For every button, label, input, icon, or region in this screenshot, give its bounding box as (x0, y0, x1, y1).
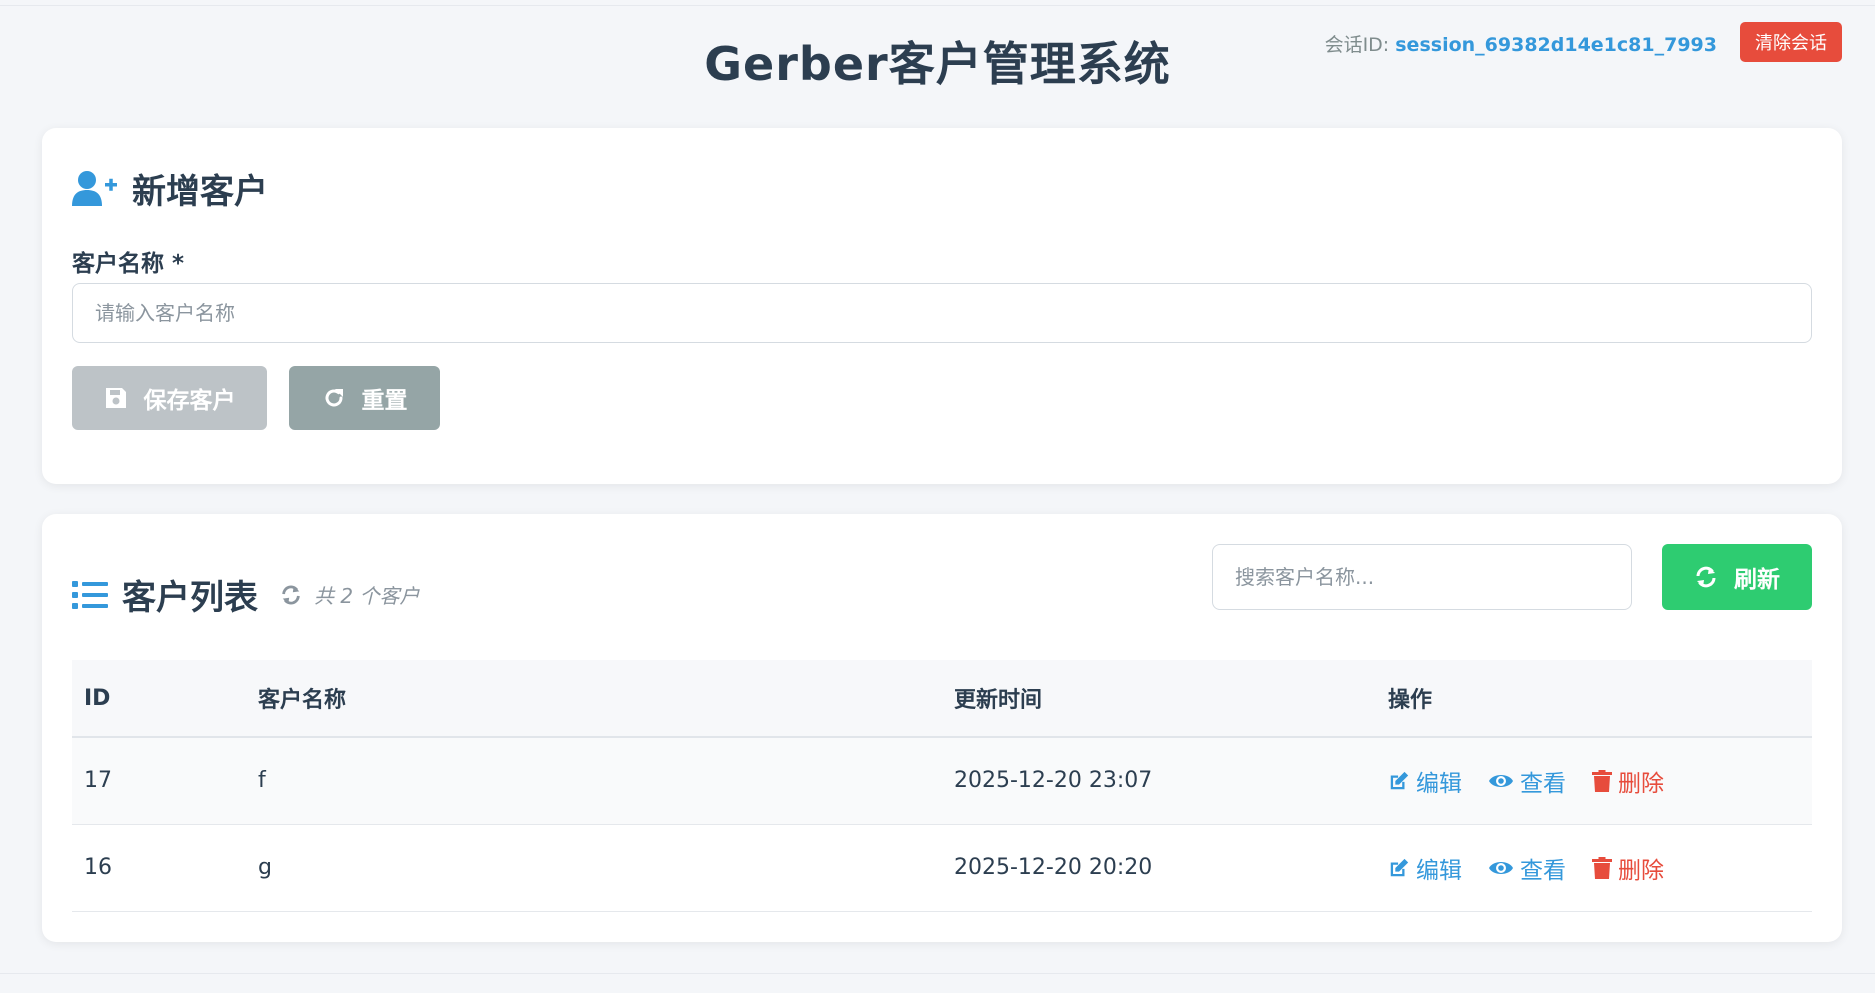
edit-icon (1388, 770, 1410, 792)
client-count-text: 共 2 个客户 (314, 584, 420, 608)
client-list-heading: 客户列表 共 2 个客户 (72, 570, 419, 619)
save-icon (104, 386, 128, 410)
delete-label: 删除 (1618, 770, 1664, 797)
add-client-heading: 新增客户 (72, 164, 268, 213)
refresh-label: 刷新 (1734, 566, 1780, 592)
cell-actions: 编辑 查看 删除 (1376, 824, 1812, 911)
delete-link[interactable]: 删除 (1592, 851, 1664, 885)
client-name-input[interactable] (72, 283, 1812, 343)
edit-link[interactable]: 编辑 (1388, 764, 1462, 798)
cell-name: f (258, 768, 266, 794)
bottom-divider (0, 973, 1875, 974)
session-label: 会话ID: (1324, 34, 1396, 56)
client-name-label: 客户名称 * (72, 251, 185, 277)
client-list-title: 客户列表 (122, 578, 258, 618)
delete-label: 删除 (1618, 857, 1664, 884)
client-table: ID 客户名称 更新时间 操作 17 f 2025-12-20 23:07 编辑… (72, 660, 1812, 912)
column-header-id: ID (84, 685, 111, 711)
add-client-card: 新增客户 客户名称 * 保存客户 重置 (42, 128, 1842, 484)
add-client-title: 新增客户 (132, 172, 268, 212)
reset-label: 重置 (361, 387, 408, 413)
view-link[interactable]: 查看 (1488, 764, 1566, 798)
session-id: session_69382d14e1c81_7993 (1395, 34, 1717, 56)
refresh-button[interactable]: 刷新 (1662, 544, 1812, 610)
column-header-updated: 更新时间 (954, 688, 1043, 713)
user-plus-icon (72, 170, 118, 208)
cell-updated: 2025-12-20 23:07 (954, 768, 1153, 794)
eye-icon (1488, 770, 1514, 792)
view-label: 查看 (1520, 770, 1566, 797)
view-link[interactable]: 查看 (1488, 851, 1566, 885)
sync-icon (1694, 565, 1718, 589)
save-client-button[interactable]: 保存客户 (72, 366, 267, 430)
cell-id: 17 (84, 768, 112, 794)
delete-link[interactable]: 删除 (1592, 764, 1664, 798)
client-list-card: 客户列表 共 2 个客户 刷新 (42, 514, 1842, 942)
sync-icon (280, 584, 302, 606)
redo-icon (322, 386, 346, 410)
view-label: 查看 (1520, 857, 1566, 884)
edit-label: 编辑 (1416, 770, 1462, 797)
column-header-name: 客户名称 (258, 688, 347, 713)
edit-link[interactable]: 编辑 (1388, 851, 1462, 885)
table-header-row: ID 客户名称 更新时间 操作 (72, 660, 1812, 737)
reset-button[interactable]: 重置 (289, 366, 440, 430)
cell-actions: 编辑 查看 删除 (1376, 737, 1812, 824)
trash-icon (1592, 769, 1612, 792)
client-count: 共 2 个客户 (280, 580, 419, 609)
page-header: Gerber客户管理系统 会话ID: session_69382d14e1c81… (0, 0, 1875, 110)
trash-icon (1592, 856, 1612, 879)
column-header-actions: 操作 (1388, 688, 1433, 713)
table-row: 17 f 2025-12-20 23:07 编辑 查看 删除 (72, 737, 1812, 824)
save-client-label: 保存客户 (143, 387, 236, 413)
cell-updated: 2025-12-20 20:20 (954, 855, 1153, 880)
search-input[interactable] (1212, 544, 1632, 610)
cell-id: 16 (84, 855, 112, 880)
edit-label: 编辑 (1416, 857, 1462, 884)
list-icon (72, 579, 108, 611)
session-info: 会话ID: session_69382d14e1c81_7993 (1325, 30, 1717, 57)
edit-icon (1388, 857, 1410, 879)
clear-session-button[interactable]: 清除会话 (1740, 22, 1842, 62)
table-row: 16 g 2025-12-20 20:20 编辑 查看 删除 (72, 824, 1812, 911)
cell-name: g (258, 855, 272, 880)
eye-icon (1488, 857, 1514, 879)
